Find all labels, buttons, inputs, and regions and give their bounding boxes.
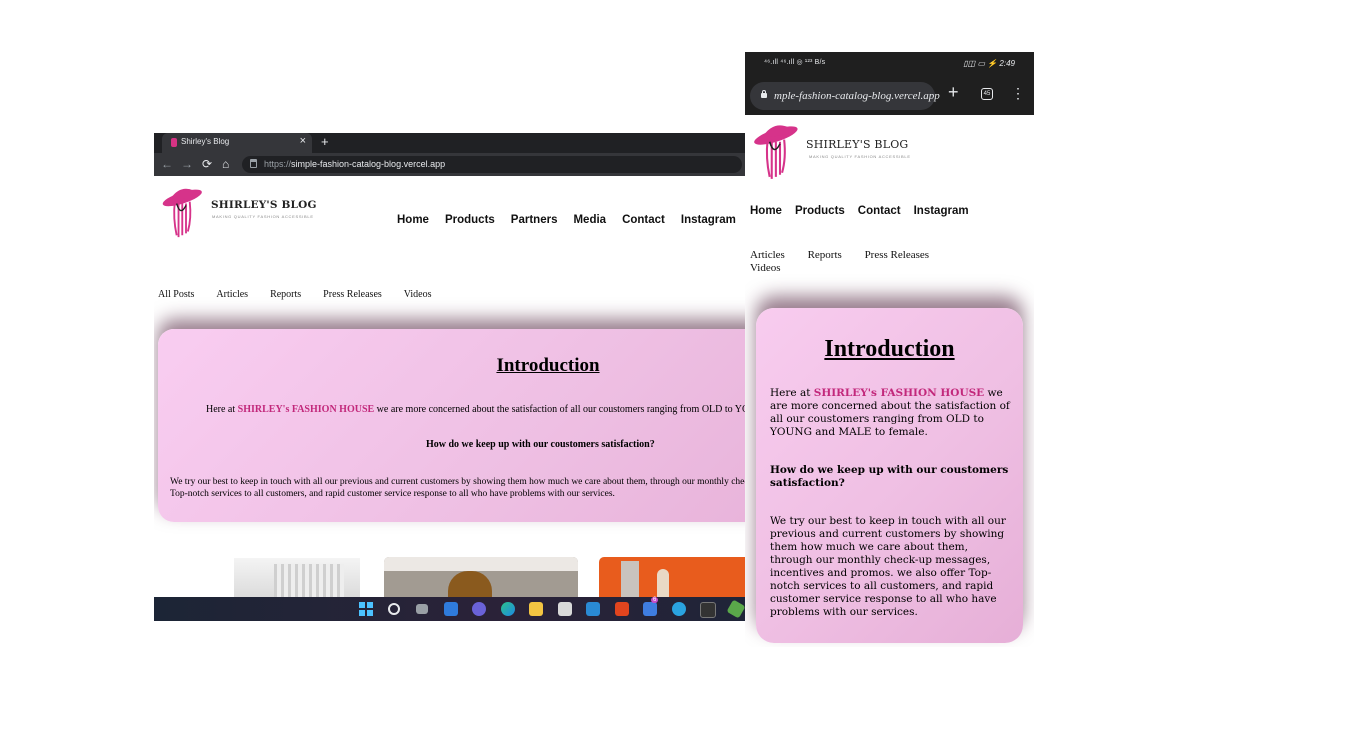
windows-start-icon[interactable] bbox=[359, 602, 373, 616]
nav-item-home[interactable]: Home bbox=[397, 214, 429, 226]
intro-paragraph: Here at SHIRLEY's FASHION HOUSE we are m… bbox=[206, 404, 745, 415]
store-icon[interactable] bbox=[558, 602, 572, 616]
category-articles[interactable]: Articles bbox=[216, 289, 248, 300]
search-icon[interactable] bbox=[388, 603, 400, 615]
new-tab-icon[interactable]: + bbox=[948, 82, 959, 103]
nav-item-contact[interactable]: Contact bbox=[858, 205, 901, 217]
windows-taskbar: 6 bbox=[154, 597, 745, 621]
brand-highlight: SHIRLEY's FASHION HOUSE bbox=[813, 387, 985, 399]
node-icon[interactable] bbox=[726, 599, 745, 619]
main-nav: Home Products Partners Media Contact Instagra… bbox=[397, 210, 745, 228]
phone-category-nav: Articles Reports Press Releases Videos bbox=[750, 249, 970, 275]
signal-icon: ⁴⁶.ıll ⁴⁶.ıll ◎ ¹²³ B/s bbox=[764, 59, 826, 66]
teams-chat-icon[interactable] bbox=[472, 602, 486, 616]
terminal-icon[interactable] bbox=[700, 602, 716, 618]
logo-icon[interactable] bbox=[158, 182, 214, 240]
status-bar: ⁴⁶.ıll ⁴⁶.ıll ◎ ¹²³ B/s ▯◫ ▭ ⚡ 2:49 bbox=[745, 52, 1034, 77]
tab-title: Shirley's Blog bbox=[181, 137, 230, 146]
intro-paragraph: Here at SHIRLEY's FASHION HOUSE we are m… bbox=[770, 387, 1010, 438]
url-input[interactable]: https://simple-fashion-catalog-blog.verc… bbox=[242, 156, 742, 173]
brand-tagline: MAKING QUALITY FASHION ACCESSIBLE bbox=[809, 154, 911, 159]
brand-tagline: MAKING QUALITY FASHION ACCESSIBLE bbox=[212, 214, 314, 219]
category-all-posts[interactable]: All Posts bbox=[158, 289, 194, 300]
lock-icon bbox=[250, 159, 257, 168]
phone-url-text: mple-fashion-catalog-blog.vercel.app bbox=[774, 90, 940, 102]
new-tab-icon[interactable]: + bbox=[321, 134, 329, 149]
notification-badge: 6 bbox=[651, 597, 659, 603]
category-press-releases[interactable]: Press Releases bbox=[323, 289, 382, 300]
intro-title: Introduction bbox=[496, 355, 600, 376]
favicon-icon bbox=[171, 138, 177, 147]
nav-item-media[interactable]: Media bbox=[573, 214, 606, 226]
close-tab-icon[interactable]: × bbox=[300, 135, 306, 147]
desktop-screenshot: Shirley's Blog × + ← → ⟳ ⌂ https://simpl… bbox=[154, 133, 745, 621]
category-reports[interactable]: Reports bbox=[270, 289, 301, 300]
phone-address-bar: mple-fashion-catalog-blog.vercel.app + 4… bbox=[745, 77, 1034, 115]
nav-item-partners[interactable]: Partners bbox=[511, 214, 558, 226]
intro-card: Introduction Here at SHIRLEY's FASHION H… bbox=[158, 329, 745, 522]
back-icon[interactable]: ← bbox=[161, 157, 173, 171]
nav-item-contact[interactable]: Contact bbox=[622, 214, 665, 226]
widgets-icon[interactable] bbox=[444, 602, 458, 616]
browser-tab-bar: Shirley's Blog × + bbox=[154, 133, 745, 153]
nav-item-instagram[interactable]: Instagram bbox=[914, 205, 969, 217]
nav-item-home[interactable]: Home bbox=[750, 205, 782, 217]
phone-main-nav: Home Products Contact Instagram bbox=[750, 201, 982, 219]
reload-icon[interactable]: ⟳ bbox=[202, 157, 212, 171]
category-videos[interactable]: Videos bbox=[750, 262, 781, 274]
phone-url-input[interactable]: mple-fashion-catalog-blog.vercel.app bbox=[750, 82, 940, 110]
intro-title: Introduction bbox=[824, 336, 955, 362]
brand-name: SHIRLEY'S BLOG bbox=[806, 138, 909, 151]
nav-item-products[interactable]: Products bbox=[445, 214, 495, 226]
category-videos[interactable]: Videos bbox=[404, 289, 432, 300]
mail-icon[interactable] bbox=[586, 602, 600, 616]
category-nav: All Posts Articles Reports Press Releases Vi… bbox=[158, 284, 454, 302]
tab-switcher-icon[interactable]: 45 bbox=[981, 88, 993, 100]
address-bar-row: ← → ⟳ ⌂ https://simple-fashion-catalog-b… bbox=[154, 153, 745, 176]
todo-icon[interactable]: 6 bbox=[643, 597, 659, 616]
nav-item-products[interactable]: Products bbox=[795, 205, 845, 217]
forward-icon[interactable]: → bbox=[181, 157, 193, 171]
brand-highlight: SHIRLEY's FASHION HOUSE bbox=[237, 404, 375, 415]
edge-icon[interactable] bbox=[501, 602, 515, 616]
logo-icon[interactable] bbox=[749, 119, 811, 181]
url-text: https://simple-fashion-catalog-blog.verc… bbox=[264, 159, 446, 169]
category-reports[interactable]: Reports bbox=[808, 249, 842, 261]
category-press-releases[interactable]: Press Releases bbox=[865, 249, 929, 261]
intro-question: How do we keep up with our coustomers sa… bbox=[770, 464, 1009, 489]
office-icon[interactable] bbox=[615, 602, 629, 616]
intro-paragraph-2: We try our best to keep in touch with al… bbox=[770, 515, 1006, 618]
intro-card: Introduction Here at SHIRLEY's FASHION H… bbox=[756, 308, 1023, 643]
category-articles[interactable]: Articles bbox=[750, 249, 785, 261]
browser-tab[interactable]: Shirley's Blog × bbox=[162, 133, 312, 153]
phone-screenshot: ⁴⁶.ıll ⁴⁶.ıll ◎ ¹²³ B/s ▯◫ ▭ ⚡ 2:49 mple… bbox=[745, 52, 1034, 647]
brand-name: SHIRLEY'S BLOG bbox=[211, 199, 317, 211]
intro-paragraph-2: We try our best to keep in touch with al… bbox=[170, 477, 745, 499]
lock-icon bbox=[761, 90, 767, 98]
intro-question: How do we keep up with our coustomers sa… bbox=[426, 439, 655, 450]
home-icon[interactable]: ⌂ bbox=[222, 157, 229, 171]
menu-icon[interactable]: ⋮ bbox=[1011, 86, 1025, 100]
telegram-icon[interactable] bbox=[672, 602, 686, 616]
file-explorer-icon[interactable] bbox=[529, 602, 543, 616]
task-view-icon[interactable] bbox=[416, 604, 428, 614]
battery-icon: ▯◫ ▭ ⚡ 2:49 bbox=[963, 59, 1015, 68]
nav-item-instagram[interactable]: Instagram bbox=[681, 214, 736, 226]
